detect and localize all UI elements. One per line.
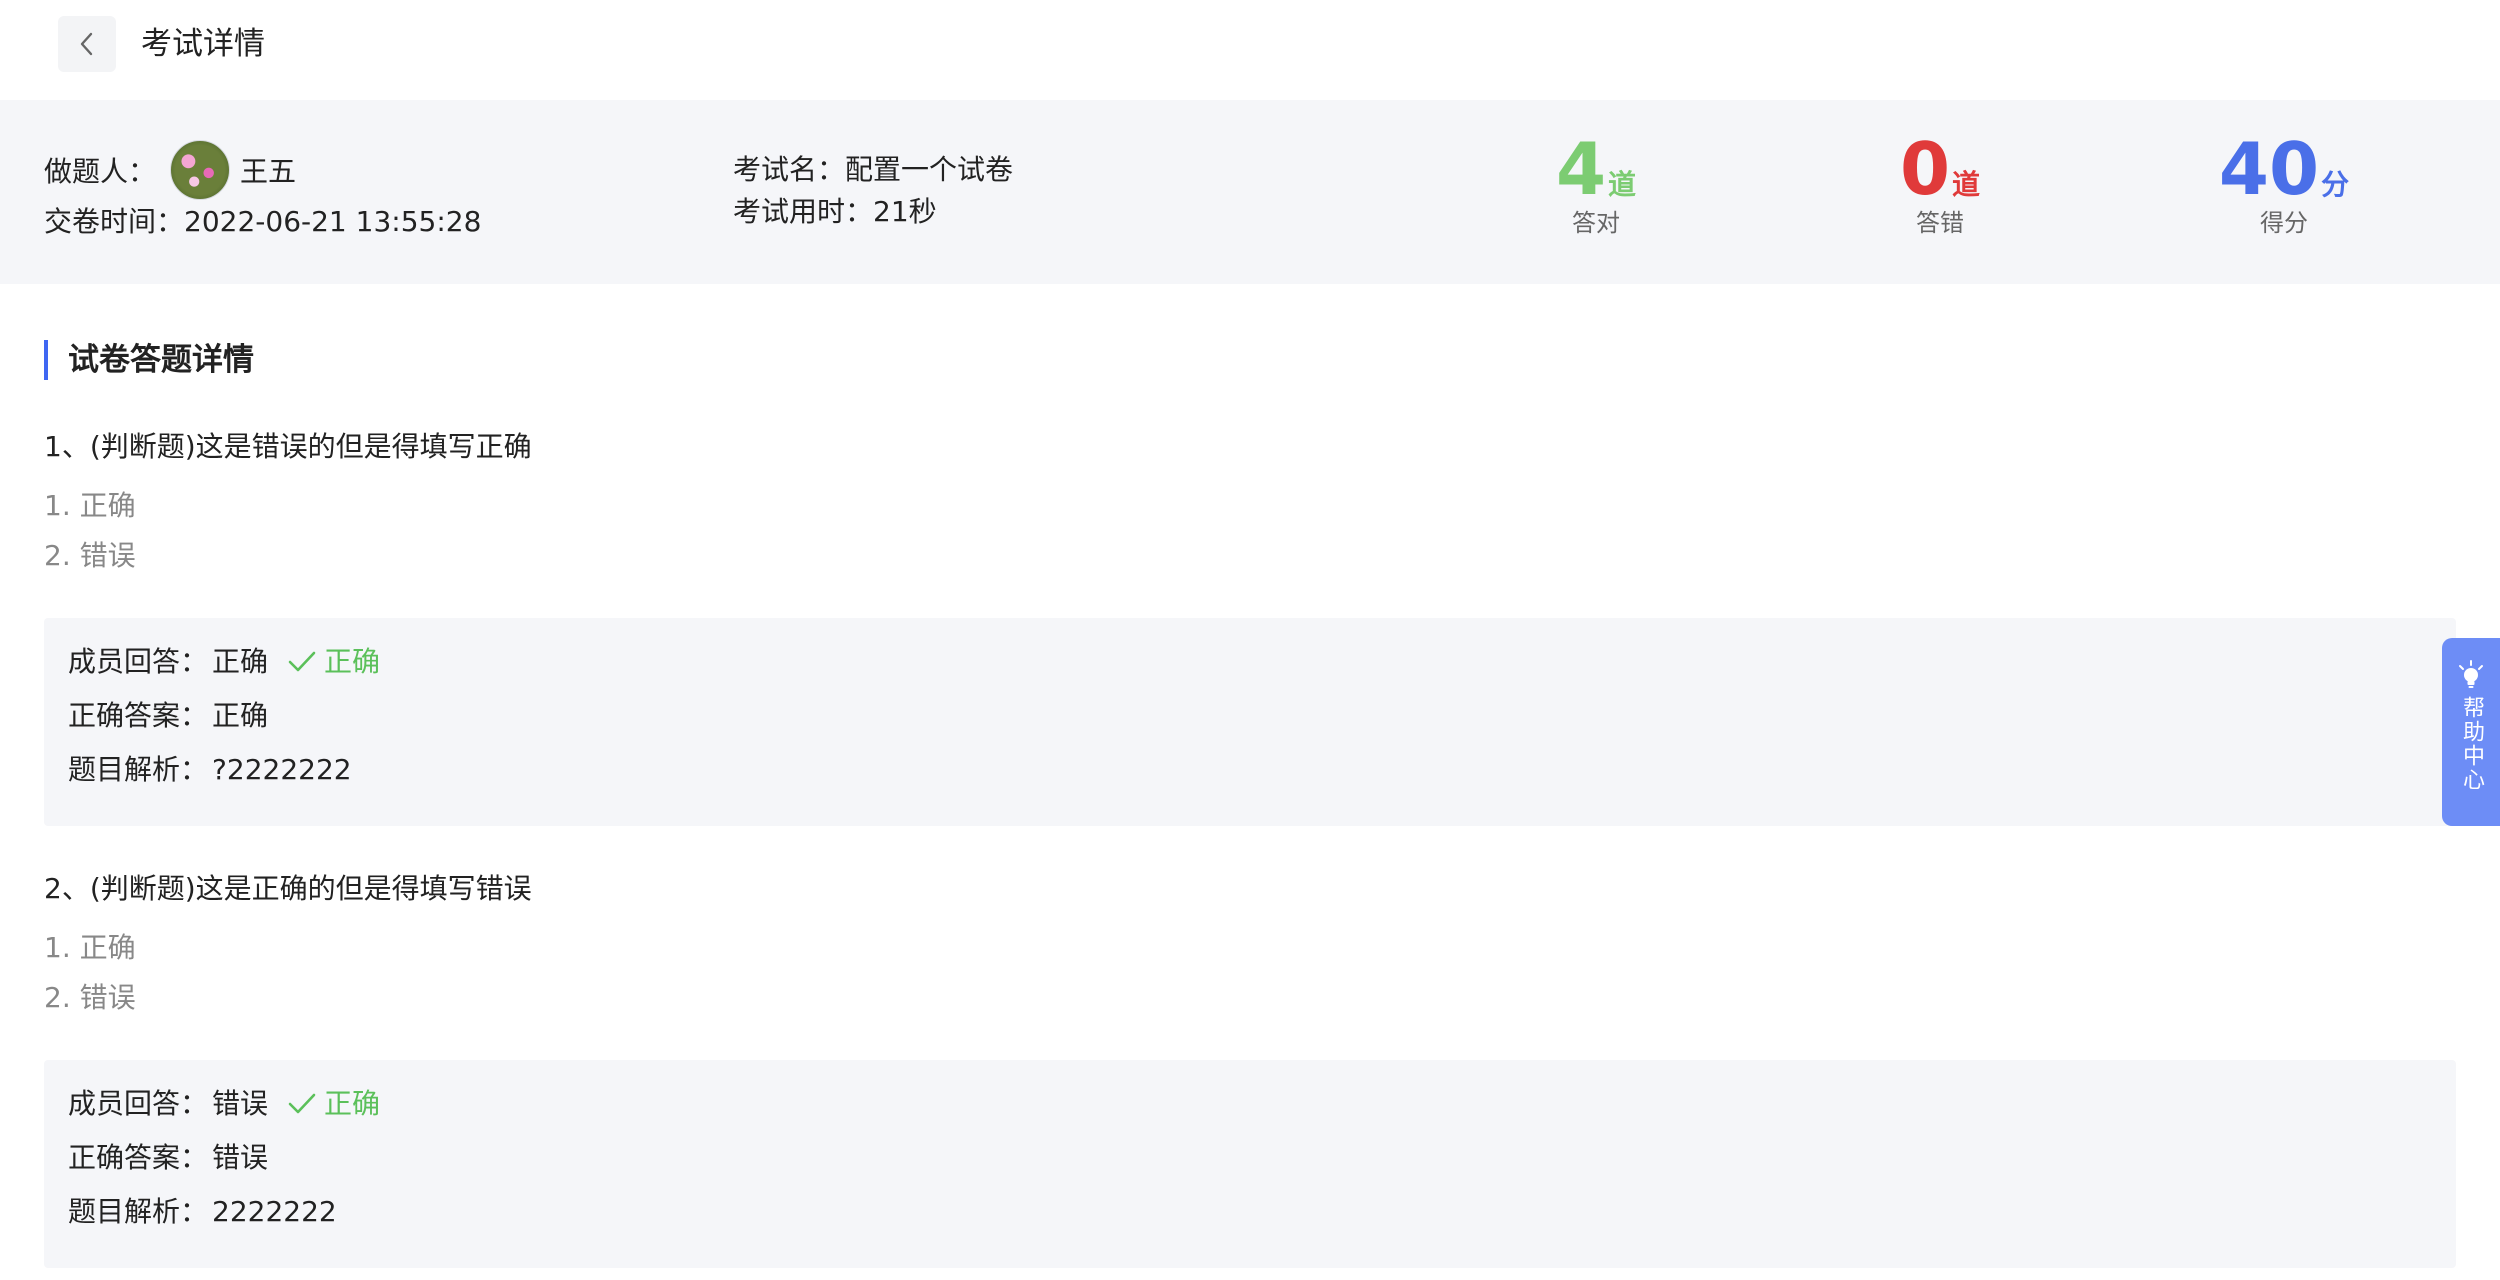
help-center-button[interactable]: 帮助中心 <box>2442 638 2500 826</box>
exam-name-label: 考试名： <box>733 153 846 186</box>
stat-correct-caption: 答对 <box>1572 209 1620 237</box>
question-title: 1、(判断题)这是错误的但是得填写正确 <box>44 430 532 463</box>
submit-time-value: 2022-06-21 13:55:28 <box>184 205 482 238</box>
analysis-value: ?2222222 <box>212 753 352 786</box>
analysis-row: 题目解析： 2222222 <box>68 1192 337 1232</box>
question-title: 2、(判断题)这是正确的但是得填写错误 <box>44 872 532 905</box>
analysis-value: 2222222 <box>212 1195 337 1228</box>
correct-answer-row: 正确答案： 正确 <box>68 696 268 736</box>
exam-name-line: 考试名：配置一个试卷 <box>733 150 1013 190</box>
result-text: 正确 <box>324 645 381 678</box>
page-title: 考试详情 <box>141 26 265 62</box>
stat-correct-unit: 道 <box>1608 168 1637 201</box>
exam-duration-value: 21秒 <box>873 195 937 228</box>
check-icon <box>288 651 316 672</box>
result-text: 正确 <box>324 1087 381 1120</box>
correct-answer-value: 正确 <box>212 699 269 732</box>
user-name: 王五 <box>240 155 297 188</box>
member-answer-row: 成员回答： 正确 正确 <box>68 642 380 682</box>
correct-answer-label: 正确答案： <box>68 1141 209 1174</box>
question-option: 2. 错误 <box>44 539 136 572</box>
section-title: 试卷答题详情 <box>44 340 254 380</box>
stat-wrong-value: 0 <box>1899 127 1951 211</box>
correct-answer-value: 错误 <box>212 1141 269 1174</box>
submit-time-label: 交卷时间： <box>44 205 185 238</box>
stat-score-value: 40 <box>2218 127 2320 211</box>
user-line: 做题人： 王五 <box>44 140 296 200</box>
stat-score: 40分 得分 <box>2164 126 2404 240</box>
help-center-label: 帮助中心 <box>2459 696 2484 792</box>
result-badge: 正确 <box>288 642 380 682</box>
exam-duration-line: 考试用时：21秒 <box>733 192 937 232</box>
result-badge: 正确 <box>288 1084 380 1124</box>
member-answer-label: 成员回答： <box>68 645 209 678</box>
stat-score-unit: 分 <box>2321 168 2350 201</box>
correct-answer-label: 正确答案： <box>68 699 209 732</box>
stat-wrong-unit: 道 <box>1952 168 1981 201</box>
exam-name-value: 配置一个试卷 <box>845 153 1014 186</box>
answer-box: 成员回答： 错误 正确 正确答案： 错误 题目解析： 2222222 <box>44 1060 2456 1268</box>
member-answer-value: 正确 <box>212 645 269 678</box>
submit-time-line: 交卷时间：2022-06-21 13:55:28 <box>44 202 481 242</box>
exam-duration-label: 考试用时： <box>733 195 874 228</box>
stat-correct: 4道 答对 <box>1476 126 1716 240</box>
question-option: 1. 正确 <box>44 931 136 964</box>
exam-summary-panel <box>0 100 2500 284</box>
user-label: 做题人： <box>44 155 157 188</box>
back-button[interactable] <box>58 16 116 72</box>
chevron-left-icon <box>80 32 93 56</box>
analysis-row: 题目解析： ?2222222 <box>68 750 352 790</box>
analysis-label: 题目解析： <box>68 1195 209 1228</box>
question-option: 2. 错误 <box>44 981 136 1014</box>
lightbulb-icon <box>2459 660 2483 688</box>
analysis-label: 题目解析： <box>68 753 209 786</box>
member-answer-value: 错误 <box>212 1087 269 1120</box>
stat-correct-value: 4 <box>1555 127 1607 211</box>
stat-wrong-caption: 答错 <box>1916 209 1964 237</box>
member-answer-label: 成员回答： <box>68 1087 209 1120</box>
question-option: 1. 正确 <box>44 489 136 522</box>
answer-box: 成员回答： 正确 正确 正确答案： 正确 题目解析： ?2222222 <box>44 618 2456 826</box>
stat-score-caption: 得分 <box>2260 209 2308 237</box>
correct-answer-row: 正确答案： 错误 <box>68 1138 268 1178</box>
check-icon <box>288 1093 316 1114</box>
avatar <box>170 140 231 200</box>
stat-wrong: 0道 答错 <box>1820 126 2060 240</box>
member-answer-row: 成员回答： 错误 正确 <box>68 1084 380 1124</box>
top-bar: 考试详情 <box>0 0 2500 100</box>
